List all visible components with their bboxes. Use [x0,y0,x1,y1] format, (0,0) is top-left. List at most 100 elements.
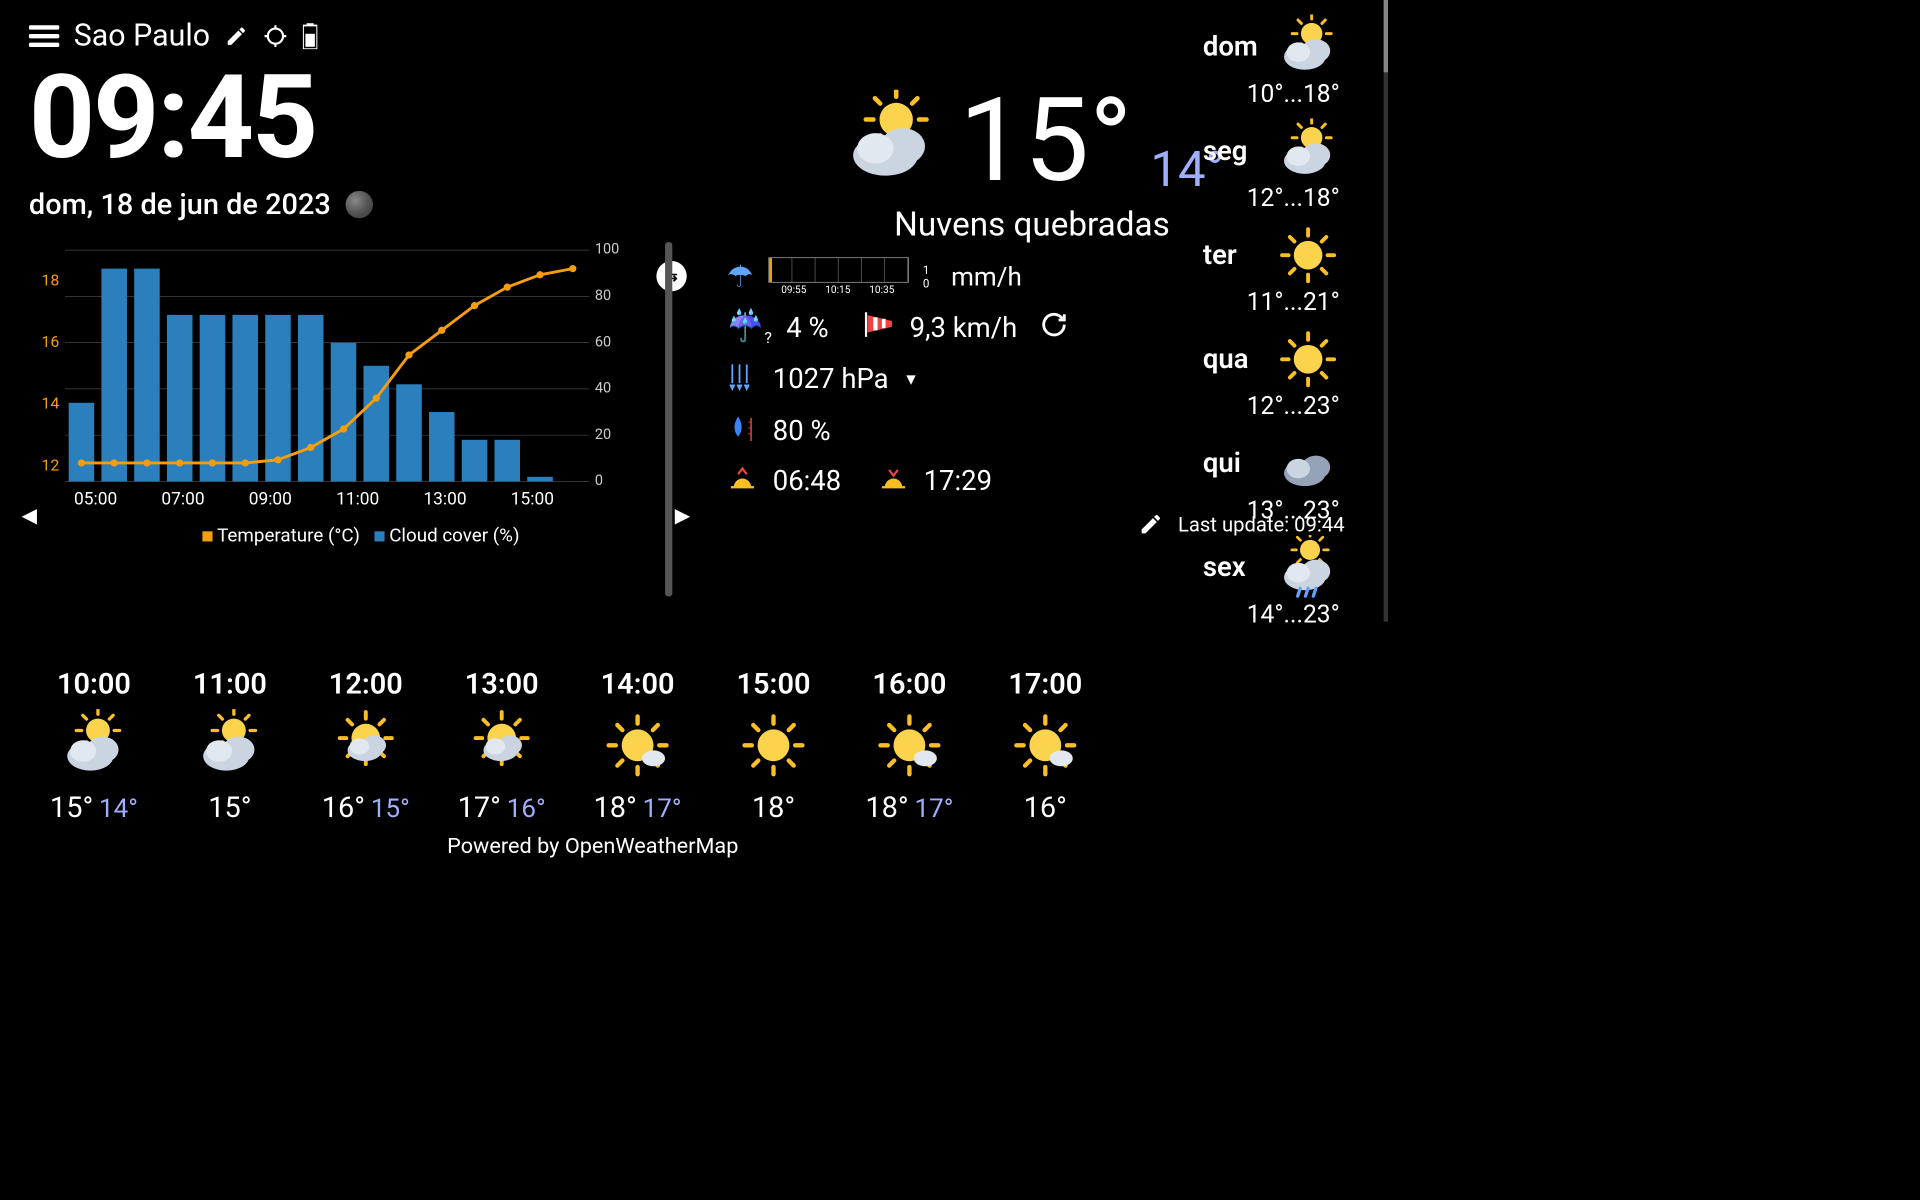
pressure-value[interactable]: 1027 hPa [773,364,889,396]
edit-icon[interactable] [1139,512,1164,537]
hour-time: 17:00 [1008,667,1082,701]
daily-item[interactable]: qui [1203,431,1384,496]
svg-text:09:00: 09:00 [249,490,292,510]
hour-temp: 16° [1024,790,1067,824]
hour-weather-icon [1009,709,1081,781]
daily-range: 14°...23° [1203,600,1384,629]
battery-icon [303,23,317,49]
daily-item[interactable]: ter [1203,223,1384,288]
dropdown-icon[interactable]: ▼ [903,370,919,389]
wind-value: 9,3 km/h [910,312,1018,344]
location-name[interactable]: Sao Paulo [74,18,210,53]
clock-date: dom, 18 de jun de 2023 [29,187,331,221]
svg-text:20: 20 [595,426,611,443]
svg-text:15:00: 15:00 [511,490,554,510]
humidity-value: 80 % [773,416,831,448]
hour-item[interactable]: 10:00 15°14° [29,667,159,825]
daily-day: ter [1203,239,1261,271]
daily-range: 13°...23° [1203,496,1384,525]
hour-weather-icon [873,709,945,781]
windsock-icon [863,311,895,346]
hour-weather-icon [737,709,809,781]
pop-value: 4 % [786,312,828,344]
hour-weather-icon [601,709,673,781]
daily-day: qua [1203,343,1261,375]
daily-weather-icon [1274,14,1343,79]
svg-text:13:00: 13:00 [423,490,466,510]
refresh-icon[interactable] [1040,311,1067,346]
daily-item[interactable]: sex [1203,535,1384,600]
humidity-icon [727,412,759,451]
daily-scrollbar-thumb[interactable] [1384,0,1388,72]
hour-weather-icon [330,709,402,781]
hour-time: 13:00 [465,667,539,701]
daily-weather-icon [1274,223,1343,288]
daily-item[interactable]: dom [1203,14,1384,79]
sunset-icon [877,464,909,499]
hour-temp: 18°17° [594,790,682,824]
daily-item[interactable]: seg [1203,119,1384,184]
chart-scrollbar[interactable] [665,242,672,596]
locate-icon[interactable] [262,23,288,49]
daily-day: sex [1203,552,1261,584]
hour-time: 16:00 [872,667,946,701]
hourly-forecast[interactable]: 10:00 15°14°11:00 15°12:00 16°15°13:00 1… [29,667,1186,825]
hour-temp: 16°15° [322,790,410,824]
daily-weather-icon [1274,431,1343,496]
svg-text:40: 40 [595,380,611,397]
hour-time: 10:00 [57,667,131,701]
hour-weather-icon [58,709,130,781]
current-temp: 15° [959,90,1132,194]
hour-item[interactable]: 16:00 18°17° [844,667,974,825]
forecast-chart[interactable]: 0204060801001214161805:0007:0009:0011:00… [29,236,622,518]
chart-next-button[interactable]: ▶ [675,503,691,527]
hour-temp: 17°16° [458,790,546,824]
svg-text:60: 60 [595,333,611,350]
hour-weather-icon [466,709,538,781]
svg-text:18: 18 [41,270,59,289]
hour-temp: 15° [208,790,251,824]
chart-prev-button[interactable]: ◀ [22,503,38,527]
hour-time: 15:00 [737,667,811,701]
daily-day: seg [1203,135,1261,167]
moon-phase-icon [345,190,372,217]
hour-item[interactable]: 15:00 18° [708,667,838,825]
sunset-value: 17:29 [924,466,992,498]
sunrise-icon [727,464,759,499]
hour-temp: 18° [752,790,795,824]
svg-text:07:00: 07:00 [161,490,204,510]
hour-time: 12:00 [329,667,403,701]
hour-item[interactable]: 11:00 15° [165,667,295,825]
svg-text:0: 0 [595,472,603,489]
daily-forecast[interactable]: dom 10°...18°seg 12°...18°ter 11°...21°q… [1203,14,1384,634]
daily-range: 12°...18° [1203,184,1384,213]
current-weather-icon [840,90,941,191]
daily-range: 12°...23° [1203,392,1384,421]
menu-icon[interactable] [29,25,59,47]
hour-weather-icon [194,709,266,781]
chart-legend: Temperature (°C) Cloud cover (%) [29,525,683,547]
hour-item[interactable]: 14:00 18°17° [573,667,703,825]
sunrise-value: 06:48 [773,466,841,498]
svg-text:100: 100 [595,241,619,258]
hour-item[interactable]: 13:00 17°16° [437,667,567,825]
umbrella-icon: ☂ [727,258,754,294]
pressure-icon [727,360,759,399]
daily-weather-icon [1274,119,1343,184]
pop-icon: ☔? [727,309,772,348]
hour-temp: 15°14° [50,790,138,824]
svg-text:11:00: 11:00 [336,490,379,510]
daily-day: dom [1203,31,1261,63]
daily-item[interactable]: qua [1203,327,1384,392]
daily-scrollbar-track[interactable] [1384,0,1388,622]
daily-weather-icon [1274,535,1343,600]
daily-range: 11°...21° [1203,288,1384,317]
hour-item[interactable]: 12:00 16°15° [301,667,431,825]
svg-text:14: 14 [41,394,59,413]
attribution: Powered by OpenWeatherMap [0,834,1186,859]
edit-location-icon[interactable] [225,24,248,47]
hour-item[interactable]: 17:00 16° [980,667,1110,825]
svg-text:16: 16 [41,332,59,351]
hour-time: 11:00 [193,667,267,701]
daily-day: qui [1203,447,1261,479]
